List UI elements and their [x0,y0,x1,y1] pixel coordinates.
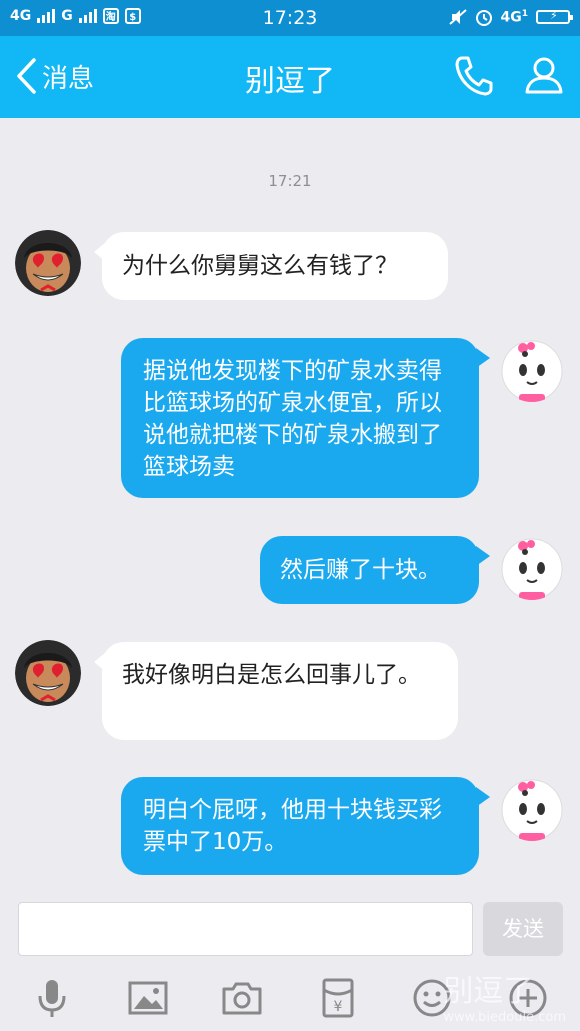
composer-toolbar: ¥ [0,966,580,1028]
emoji-icon[interactable] [410,976,454,1020]
my-avatar[interactable] [499,534,565,600]
nav-bar: 消息 别逗了 [0,36,580,118]
message-bubble-incoming[interactable]: 我好像明白是怎么回事儿了。 [102,642,458,740]
battery-icon: ⚡ [536,9,573,24]
chat-timestamp: 17:21 [268,172,312,190]
svg-text:¥: ¥ [334,999,343,1015]
message-bubble-incoming[interactable]: 为什么你舅舅这么有钱了？ [102,232,448,300]
phone-icon[interactable] [452,54,494,98]
mute-icon [448,9,467,25]
contact-avatar[interactable] [15,230,81,296]
message-input[interactable] [18,902,473,956]
contact-avatar[interactable] [15,640,81,706]
message-bubble-outgoing[interactable]: 据说他发现楼下的矿泉水卖得比篮球场的矿泉水便宜，所以说他就把楼下的矿泉水搬到了篮… [121,338,479,498]
network-type-right: 4G1 [500,8,529,26]
my-avatar[interactable] [499,336,565,402]
image-icon[interactable] [126,976,170,1020]
red-packet-icon[interactable]: ¥ [316,976,360,1020]
camera-icon[interactable] [220,976,264,1020]
my-avatar[interactable] [499,775,565,841]
plus-icon[interactable] [506,976,550,1020]
status-right: 4G1 ⚡ [448,8,573,26]
send-button[interactable]: 发送 [483,902,563,956]
message-bubble-outgoing[interactable]: 然后赚了十块。 [260,536,479,604]
alarm-icon [475,10,492,26]
composer: 发送 ¥ 别逗了 www.biedoule.com [0,888,580,1031]
microphone-icon[interactable] [30,976,74,1020]
profile-icon[interactable] [524,54,564,98]
status-bar: 4G G 淘 $ 17:23 4G1 ⚡ [0,0,580,36]
message-bubble-outgoing[interactable]: 明白个屁呀，他用十块钱买彩票中了10万。 [121,777,479,875]
